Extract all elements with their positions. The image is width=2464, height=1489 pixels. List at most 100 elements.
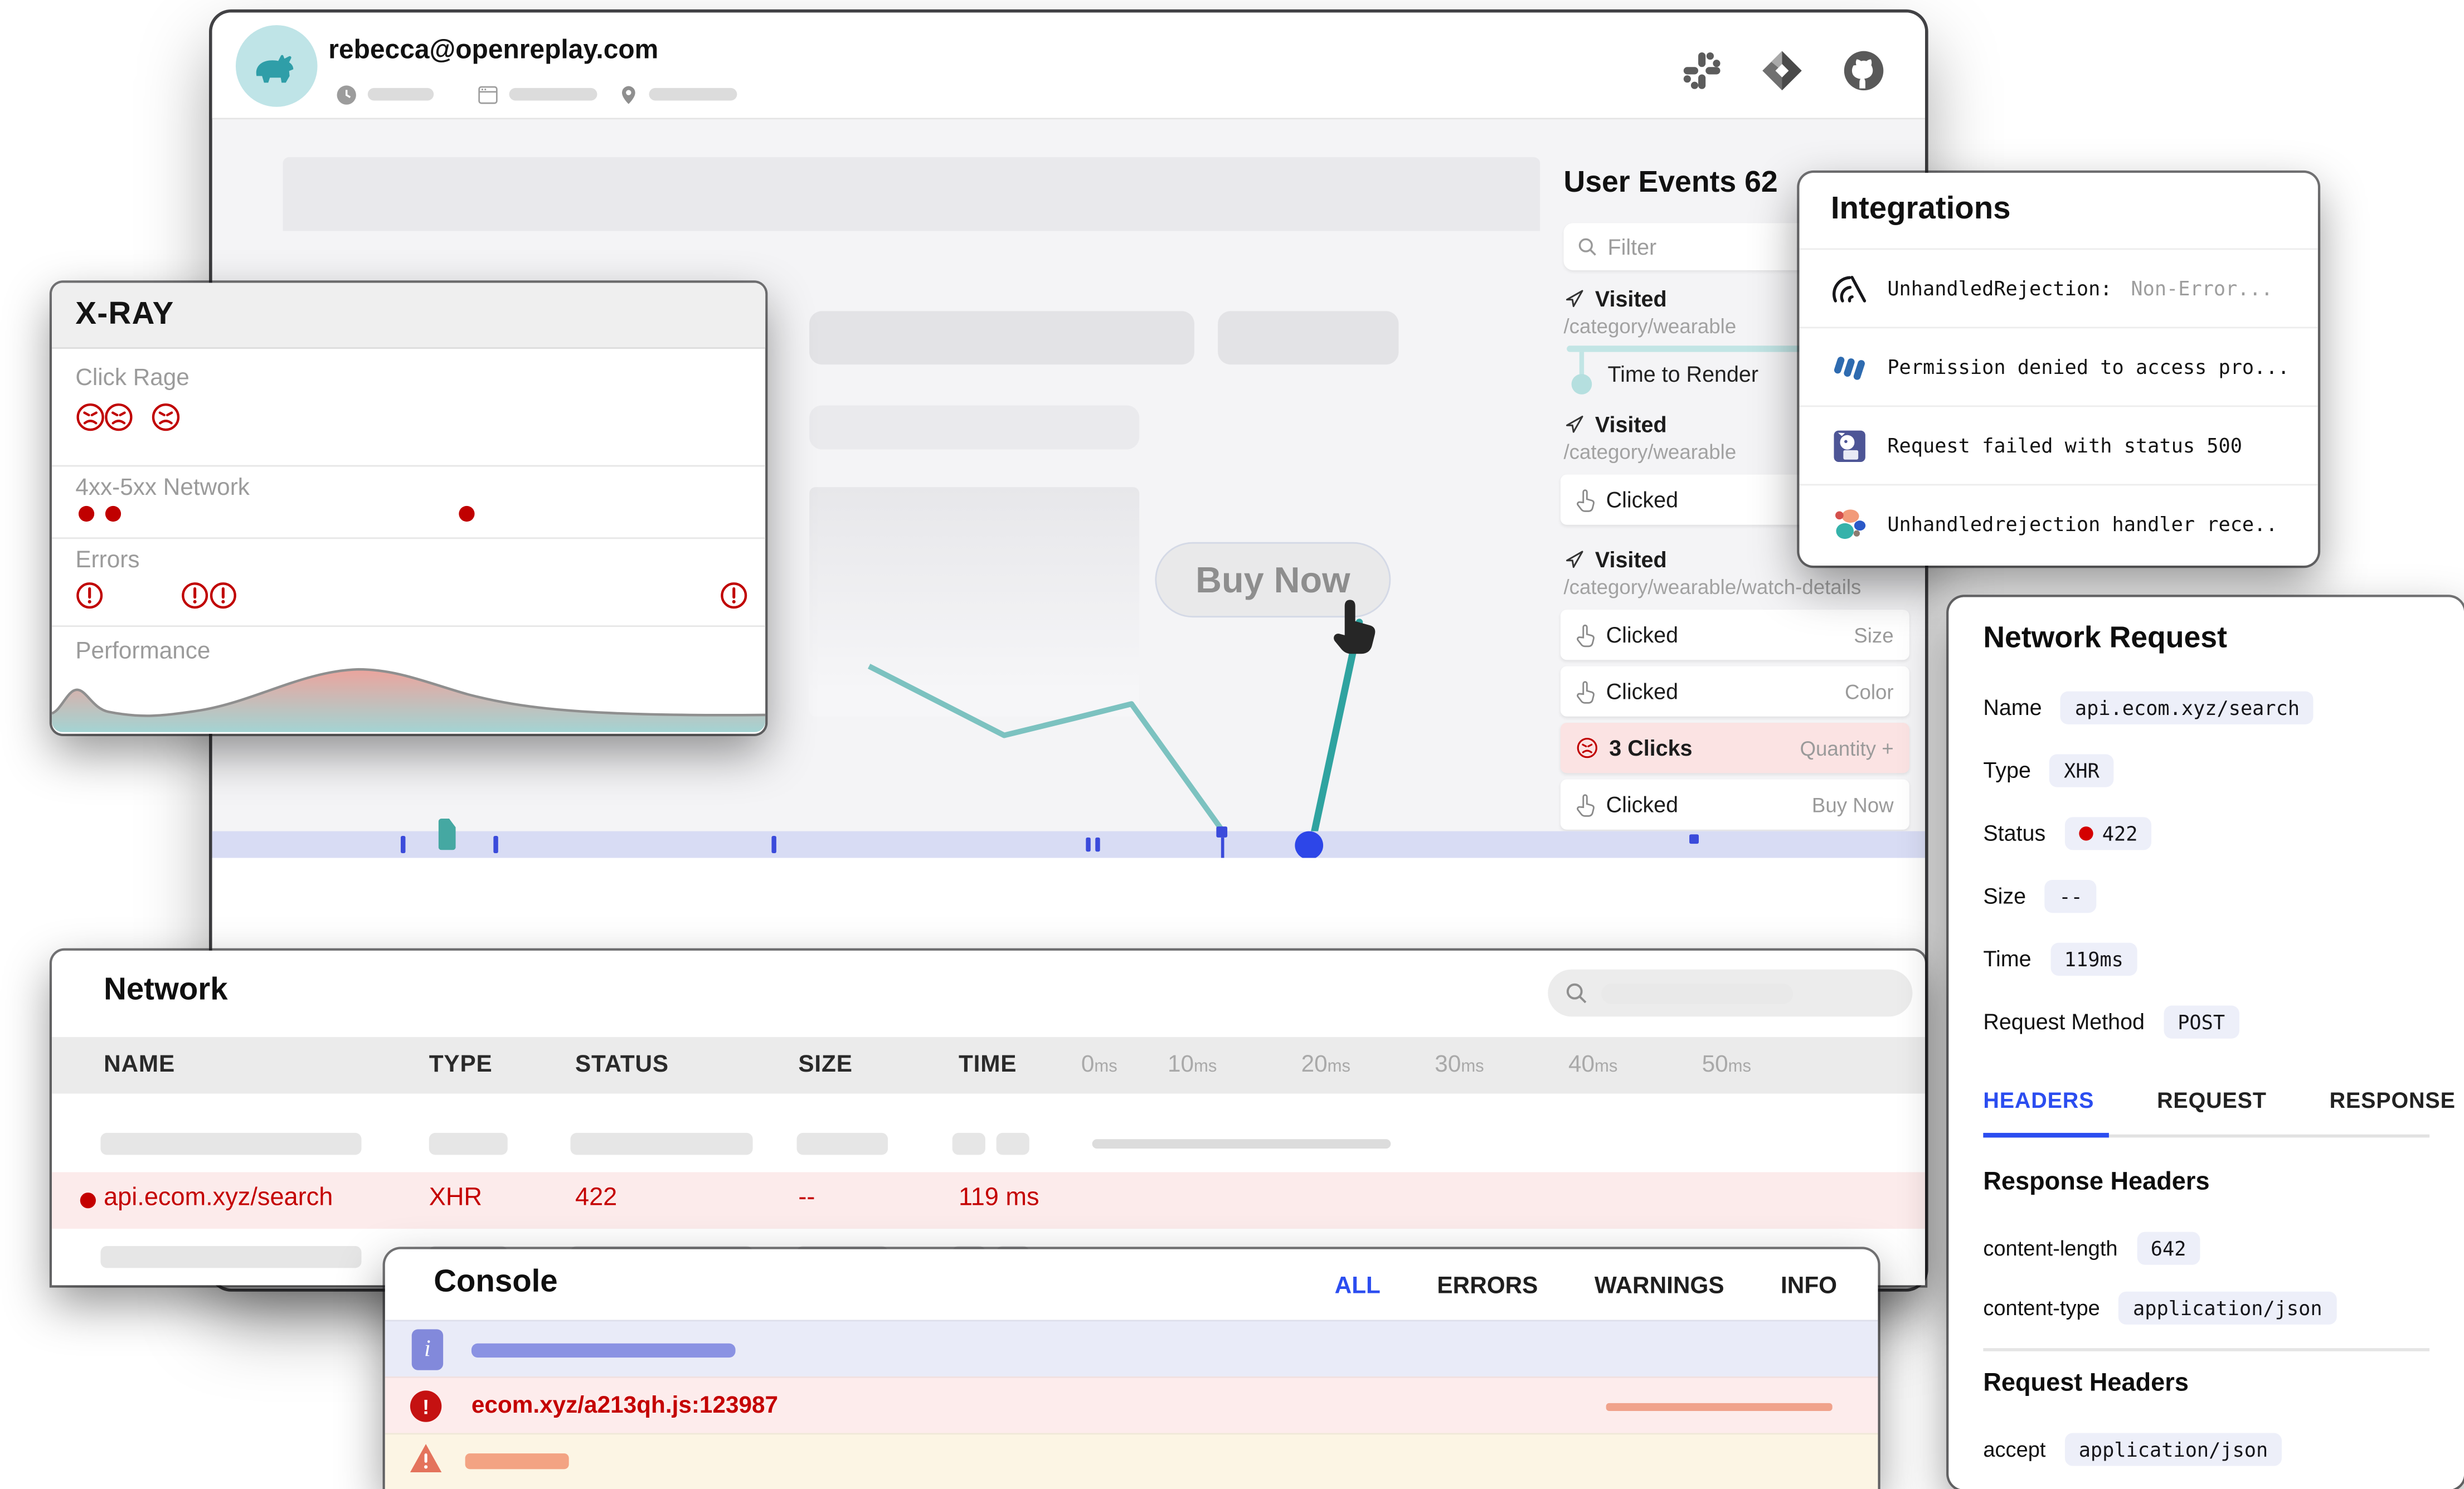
- network-table-panel: Network NAME TYPE STATUS SIZE TIME 0ms 1…: [52, 951, 1925, 1286]
- event-clicked-card[interactable]: Clicked Buy Now: [1561, 780, 1909, 830]
- header-content-length: content-length 642: [1983, 1225, 2200, 1269]
- timeline-marker: [1216, 826, 1227, 838]
- event-time-to-render[interactable]: Time to Render: [1607, 362, 1758, 387]
- xray-divider: [52, 625, 765, 627]
- sentry-icon: [1831, 270, 1869, 308]
- clock-icon: [335, 82, 358, 106]
- cell-size: --: [798, 1185, 815, 1213]
- search-icon: [1564, 980, 1589, 1005]
- error-icon: !: [410, 1390, 441, 1422]
- col-size[interactable]: SIZE: [798, 1051, 852, 1078]
- console-tab-info[interactable]: INFO: [1781, 1273, 1837, 1300]
- page-skeleton-bar: [1218, 311, 1398, 364]
- integration-error-text: Unhandledrejection handler rece..: [1887, 512, 2277, 536]
- timeline-tick: [771, 836, 776, 853]
- console-row-warning[interactable]: [385, 1433, 1878, 1489]
- event-clicked-card[interactable]: Clicked Size: [1561, 610, 1909, 660]
- datadog-icon: [1831, 427, 1869, 465]
- tab-request[interactable]: REQUEST: [2157, 1087, 2267, 1112]
- content-type-value: application/json: [2119, 1291, 2336, 1323]
- error-exclamation-icon[interactable]: [720, 581, 748, 610]
- github-icon[interactable]: [1840, 47, 1888, 95]
- tab-headers[interactable]: HEADERS: [1983, 1087, 2094, 1112]
- error-exclamation-icon[interactable]: [209, 581, 237, 610]
- cell-time: 119 ms: [959, 1185, 1039, 1213]
- rage-face-icon[interactable]: [75, 402, 105, 432]
- session-location-meta: [618, 82, 737, 107]
- warning-triangle-icon: [409, 1442, 443, 1473]
- replay-timeline[interactable]: [212, 831, 1925, 858]
- click-hand-icon: [1576, 679, 1595, 703]
- rage-face-icon: [1576, 737, 1598, 758]
- console-row-error[interactable]: ! ecom.xyz/a213qh.js:123987: [385, 1376, 1878, 1433]
- scale-50ms: 50ms: [1702, 1051, 1751, 1078]
- network-row-error[interactable]: api.ecom.xyz/search XHR 422 -- 119 ms: [52, 1172, 1925, 1229]
- jira-icon[interactable]: [1758, 47, 1806, 95]
- event-visited[interactable]: Visited: [1564, 547, 1667, 572]
- request-headers-title: Request Headers: [1983, 1370, 2189, 1399]
- integration-row-sentry[interactable]: UnhandledRejection: Non-Error...: [1799, 248, 2317, 327]
- request-detail-tabs: HEADERS REQUEST RESPONSE: [1983, 1087, 2455, 1112]
- page-skeleton-bar: [809, 405, 1139, 449]
- tab-response[interactable]: RESPONSE: [2330, 1087, 2456, 1112]
- event-connector-dot: [1572, 374, 1592, 395]
- col-type[interactable]: TYPE: [429, 1051, 493, 1078]
- scale-40ms: 40ms: [1568, 1051, 1617, 1078]
- integration-row-elastic[interactable]: Unhandledrejection handler rece..: [1799, 484, 2317, 562]
- timeline-tick: [1095, 838, 1100, 851]
- pointer-cursor-icon: [1333, 597, 1380, 656]
- network-request-title: Network Request: [1983, 622, 2227, 657]
- user-events-title: User Events 62: [1564, 167, 1778, 201]
- console-tab-warnings[interactable]: WARNINGS: [1595, 1273, 1724, 1300]
- event-path: /category/wearable: [1564, 440, 1737, 463]
- session-user-email: rebecca@openreplay.com: [328, 35, 658, 66]
- integration-row-datadog[interactable]: Request failed with status 500: [1799, 405, 2317, 484]
- timeline-tick: [493, 836, 498, 853]
- console-title: Console: [434, 1265, 557, 1301]
- navigate-icon: [1564, 288, 1586, 309]
- request-waterfall-bar: [1092, 1139, 1391, 1149]
- user-events-count: 62: [1744, 167, 1778, 199]
- timeline-playhead[interactable]: [1295, 831, 1323, 860]
- col-status[interactable]: STATUS: [575, 1051, 669, 1078]
- console-tab-all[interactable]: ALL: [1335, 1273, 1381, 1300]
- console-tab-errors[interactable]: ERRORS: [1437, 1273, 1538, 1300]
- error-exclamation-icon[interactable]: [75, 581, 104, 610]
- session-top-bar: rebecca@openreplay.com: [212, 13, 1925, 120]
- elastic-icon: [1831, 505, 1869, 543]
- network-search[interactable]: [1548, 970, 1912, 1017]
- field-request-method: Request Method POST: [1983, 999, 2239, 1043]
- log-skeleton-bar: [472, 1344, 736, 1357]
- network-error-dot[interactable]: [79, 506, 94, 522]
- network-row-skeleton[interactable]: [52, 1116, 1925, 1172]
- network-panel-title: Network: [104, 972, 227, 1009]
- click-hand-icon: [1576, 488, 1595, 511]
- integrations-title: Integrations: [1831, 192, 2011, 228]
- field-method-value: POST: [2164, 1005, 2239, 1038]
- integration-error-detail: Non-Error...: [2131, 276, 2273, 300]
- integration-row-rollbar[interactable]: Permission denied to access pro...: [1799, 327, 2317, 405]
- slack-icon[interactable]: [1680, 48, 1724, 93]
- rage-face-icon[interactable]: [151, 402, 181, 432]
- event-rage-click-card[interactable]: 3 Clicks Quantity +: [1561, 723, 1909, 773]
- console-row-info[interactable]: i: [385, 1320, 1878, 1376]
- event-visited[interactable]: Visited: [1564, 286, 1667, 311]
- session-browser-meta: [476, 82, 597, 107]
- performance-area-chart: [52, 660, 765, 732]
- event-visited[interactable]: Visited: [1564, 412, 1667, 437]
- click-hand-icon: [1576, 623, 1595, 646]
- error-exclamation-icon[interactable]: [181, 581, 209, 610]
- timeline-event-marker[interactable]: [439, 819, 456, 850]
- scale-0ms: 0ms: [1081, 1051, 1117, 1078]
- rhino-icon: [250, 39, 303, 93]
- rage-face-icon[interactable]: [104, 402, 134, 432]
- col-time[interactable]: TIME: [959, 1051, 1017, 1078]
- event-clicked-card[interactable]: Clicked Color: [1561, 666, 1909, 717]
- col-name[interactable]: NAME: [104, 1051, 175, 1078]
- avatar: [236, 25, 318, 107]
- network-error-dot[interactable]: [459, 506, 474, 522]
- scale-30ms: 30ms: [1435, 1051, 1484, 1078]
- session-duration-meta: [335, 82, 434, 107]
- network-error-dot[interactable]: [105, 506, 121, 522]
- event-path: /category/wearable: [1564, 314, 1737, 338]
